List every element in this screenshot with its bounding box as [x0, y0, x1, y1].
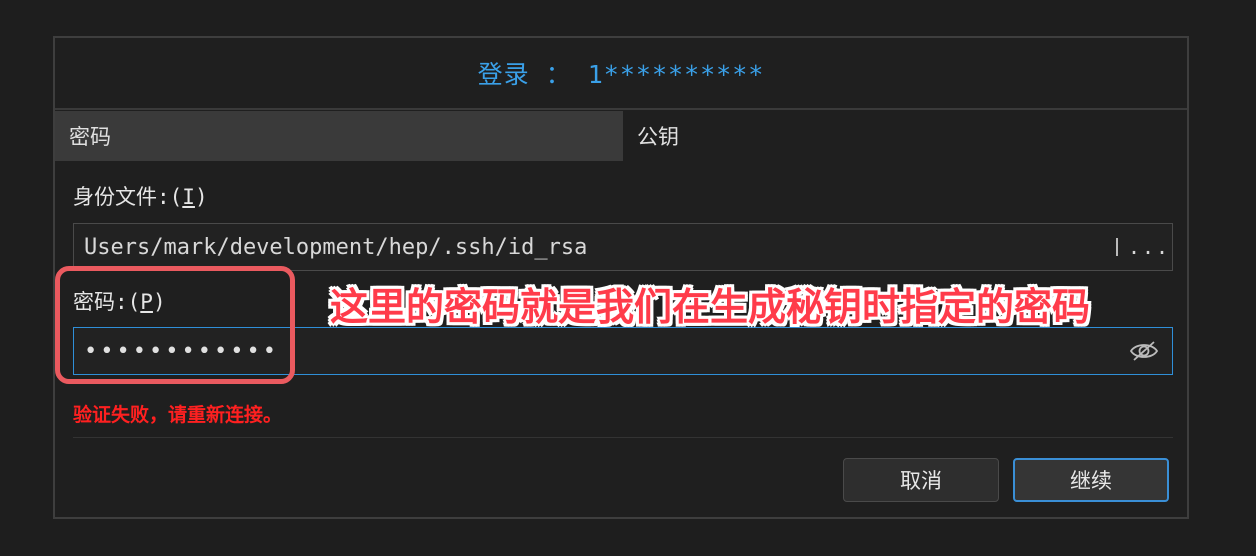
continue-button[interactable]: 继续 [1013, 458, 1169, 502]
dialog-title: 登录 ： 1********** [55, 38, 1187, 110]
auth-tabs: 密码 公钥 [55, 111, 1187, 161]
browse-button[interactable]: ... [1126, 235, 1172, 259]
annotation-text: 这里的密码就是我们在生成秘钥时指定的密码 [330, 285, 1091, 329]
tab-public-key-label: 公钥 [637, 125, 679, 149]
tab-password[interactable]: 密码 [55, 111, 623, 161]
identity-file-label: 身份文件:(I) [73, 185, 208, 209]
tab-public-key[interactable]: 公钥 [623, 111, 1187, 161]
identity-file-path[interactable]: Users/mark/development/hep/.ssh/id_rsa [74, 235, 1116, 260]
tab-password-label: 密码 [69, 125, 111, 149]
error-message: 验证失败，请重新连接。 [73, 404, 283, 426]
identity-file-field[interactable]: Users/mark/development/hep/.ssh/id_rsa .… [73, 223, 1173, 271]
divider [73, 437, 1173, 438]
cancel-button[interactable]: 取消 [843, 458, 999, 502]
annotation-highlight-box [55, 266, 295, 384]
eye-slash-icon[interactable] [1124, 336, 1164, 366]
field-separator [1116, 238, 1118, 256]
